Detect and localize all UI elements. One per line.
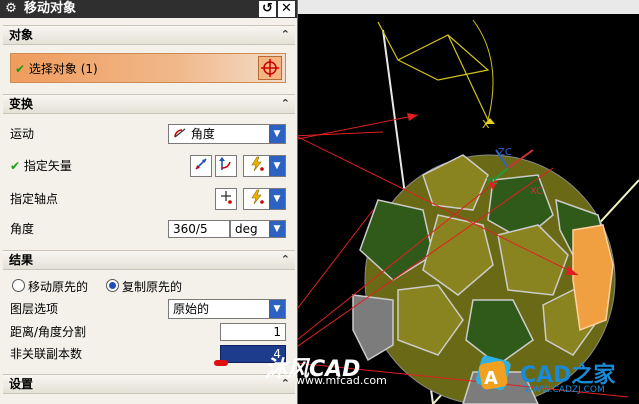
distance-label: 距离/角度分割 <box>10 325 87 339</box>
reset-button[interactable]: ↺ <box>259 1 276 17</box>
pivot-label: 指定轴点 <box>10 192 59 206</box>
point-type-dropdown[interactable]: ▼ <box>269 188 286 210</box>
axis-xc-label: XC <box>530 186 544 197</box>
select-object-row[interactable]: ✔ 选择对象 (1) <box>10 53 286 83</box>
distance-input[interactable]: 1 <box>220 323 286 341</box>
lightning-icon <box>251 156 264 172</box>
point-icon <box>221 191 232 204</box>
section-result-title: 结果 <box>9 253 34 267</box>
dialog-title: 移动对象 <box>24 1 77 16</box>
copies-label: 非关联副本数 <box>10 347 83 361</box>
section-object-title: 对象 <box>9 28 34 42</box>
layer-select[interactable]: 原始的 ▼ <box>168 299 286 319</box>
chevron-up-icon: ⌃ <box>280 253 290 266</box>
angle-input[interactable]: 360/5 <box>168 220 230 238</box>
section-transform-header[interactable]: 变换 ⌃ <box>3 94 295 114</box>
gear-icon[interactable]: ⚙ <box>3 1 19 17</box>
lightning-icon <box>251 189 264 205</box>
angle-label: 角度 <box>10 222 35 236</box>
chevron-up-icon: ⌃ <box>280 28 290 41</box>
mfcad-swoosh <box>214 360 228 366</box>
inferred-vector-button[interactable] <box>243 155 271 177</box>
section-settings-title: 设置 <box>9 377 34 391</box>
select-object-label: 选择对象 (1) <box>28 62 98 76</box>
axis-yc-label: YC <box>486 176 499 187</box>
scene-svg <box>298 19 639 404</box>
motion-value: 角度 <box>190 127 215 141</box>
cadzj-logo-icon: A <box>472 352 516 396</box>
chevron-down-icon[interactable]: ▼ <box>269 189 285 209</box>
chevron-up-icon: ⌃ <box>280 97 290 110</box>
layer-label: 图层选项 <box>10 302 59 316</box>
annotation-arrow <box>298 114 419 140</box>
vector-dialog-button[interactable] <box>215 155 237 177</box>
crosshair-icon <box>261 59 279 77</box>
move-original-radio[interactable]: 移动原先的 <box>12 277 88 297</box>
dialog-titlebar: ⚙ 移动对象 ↺ ✕ <box>0 0 297 18</box>
vector-type-dropdown[interactable]: ▼ <box>269 155 286 177</box>
vector-icon <box>219 157 231 170</box>
mfcad-url: www.mfcad.com <box>296 374 387 387</box>
angle-unit: deg <box>235 222 258 236</box>
chevron-down-icon[interactable]: ▼ <box>269 125 285 143</box>
chevron-down-icon[interactable]: ▼ <box>269 300 285 318</box>
section-settings-header[interactable]: 设置 ⌃ <box>3 374 295 394</box>
section-object-header[interactable]: 对象 ⌃ <box>3 25 295 45</box>
inferred-point-button[interactable] <box>243 188 271 210</box>
check-icon: ✔ <box>15 62 26 76</box>
close-button[interactable]: ✕ <box>278 1 295 17</box>
graphics-viewport[interactable]: X YC ZC XC <box>298 0 639 404</box>
angle-unit-select[interactable]: deg ▼ <box>230 220 286 238</box>
section-transform-title: 变换 <box>9 97 34 111</box>
chevron-down-icon[interactable]: ▼ <box>269 156 285 176</box>
reverse-arrows-icon <box>195 158 207 170</box>
radio-off[interactable] <box>12 279 25 292</box>
distance-value: 1 <box>273 325 281 339</box>
move-object-dialog: ⚙ 移动对象 ↺ ✕ 对象 ⌃ ✔ 选择对象 (1) 变换 ⌃ 运动 角度 ▼ … <box>0 0 298 404</box>
axis-zc-label: ZC <box>498 147 512 158</box>
ball-panel-selected <box>572 224 614 332</box>
cadzj-url: WWW.CADZJ.COM <box>524 385 605 395</box>
reverse-direction-button[interactable] <box>190 155 212 177</box>
select-object-button[interactable] <box>258 56 282 80</box>
check-icon: ✔ <box>10 159 21 173</box>
angle-icon <box>174 128 186 138</box>
motion-label: 运动 <box>10 127 35 141</box>
svg-text:A: A <box>484 368 498 389</box>
vector-label: 指定矢量 <box>23 159 72 173</box>
copy-original-radio[interactable]: 复制原先的 <box>106 277 182 297</box>
annotation-arrow <box>298 131 384 137</box>
point-dialog-button[interactable] <box>215 188 237 210</box>
chevron-down-icon[interactable]: ▼ <box>269 221 285 237</box>
wireframe-outline <box>377 21 490 81</box>
axis-x-label: X <box>482 118 490 131</box>
motion-select[interactable]: 角度 ▼ <box>168 124 286 144</box>
layer-value: 原始的 <box>173 302 210 316</box>
angle-value: 360/5 <box>173 222 208 236</box>
section-result-header[interactable]: 结果 ⌃ <box>3 250 295 270</box>
radio-on[interactable] <box>106 279 119 292</box>
